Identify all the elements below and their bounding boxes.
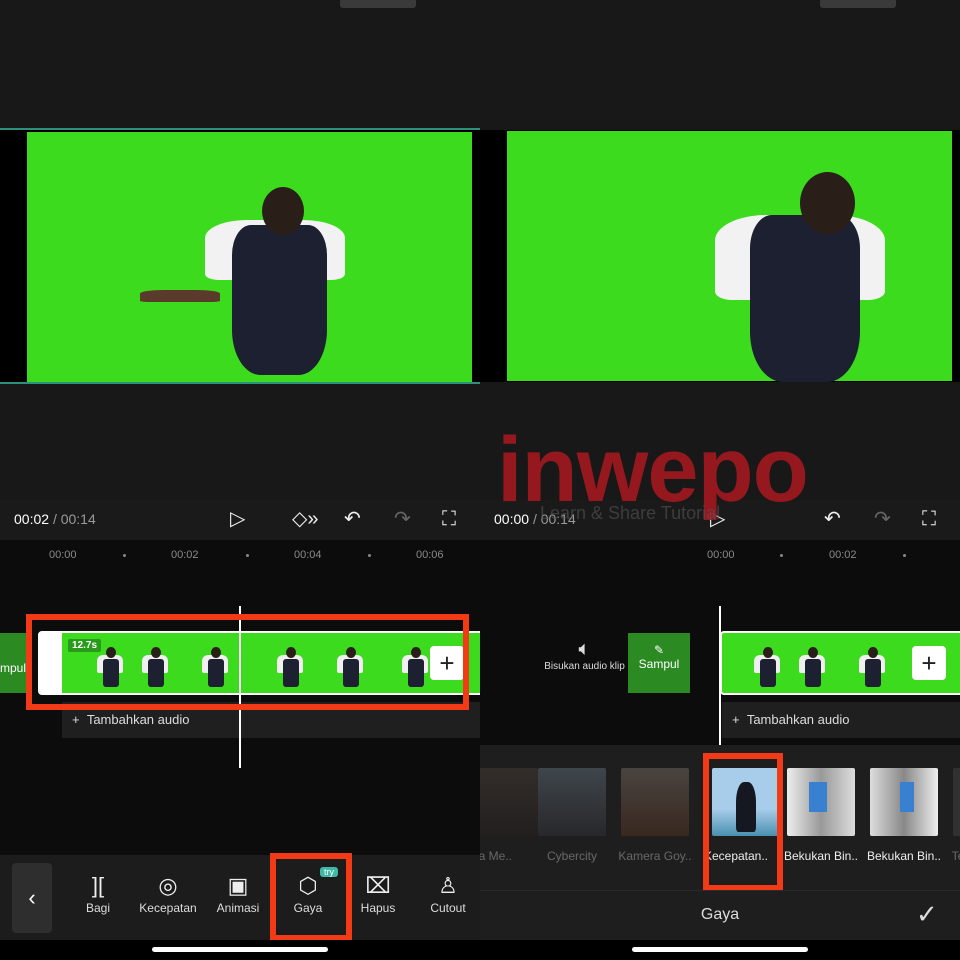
- video-clip[interactable]: +: [720, 631, 960, 695]
- home-indicator: [152, 947, 328, 952]
- video-subject: [140, 185, 360, 385]
- tool-label: Hapus: [360, 901, 396, 915]
- tool-animasi[interactable]: ▣ Animasi: [208, 873, 268, 915]
- fullscreen-icon[interactable]: ⛶: [442, 509, 456, 529]
- ruler-tick: 00:06: [416, 549, 444, 561]
- tool-bagi[interactable]: ][ Bagi: [68, 873, 128, 915]
- style-effects-list: era Me.. Cybercity Kamera Goy.. Kecepata…: [480, 745, 960, 891]
- export-button[interactable]: [820, 0, 896, 8]
- highlight-box: [26, 614, 469, 710]
- bottom-toolbar: ‹ ][Bagi ◎ Kecepatan ▣ Animasi ⬡ Gaya try ⌧…: [0, 853, 480, 941]
- tool-label: Animasi: [216, 901, 260, 915]
- undo-icon[interactable]: ↶: [344, 509, 361, 529]
- add-audio-button[interactable]: + Tambahkan audio: [722, 702, 960, 738]
- cover-button[interactable]: mpul: [0, 633, 26, 693]
- split-icon: ][: [91, 873, 105, 898]
- redo-icon[interactable]: ↷: [874, 509, 891, 529]
- cover-button[interactable]: ✎ Sampul: [628, 633, 690, 693]
- ruler-tick: 00:00: [49, 549, 77, 561]
- playhead[interactable]: [719, 606, 721, 746]
- video-preview[interactable]: [480, 130, 960, 382]
- tool-label: Cutout: [430, 901, 466, 915]
- keyframe-icon[interactable]: ◇»: [292, 509, 319, 529]
- delete-icon: ⌧: [365, 873, 391, 898]
- confirm-check-icon[interactable]: ✓: [916, 899, 938, 930]
- animation-icon: ▣: [227, 873, 249, 898]
- highlight-box: [270, 853, 352, 941]
- play-icon[interactable]: ▷: [230, 509, 245, 529]
- ruler-tick: 00:02: [171, 549, 199, 561]
- fullscreen-icon[interactable]: ⛶: [922, 509, 936, 529]
- video-subject: [705, 170, 935, 382]
- redo-icon[interactable]: ↷: [394, 509, 411, 529]
- editor-left: 00:02 / 00:14 ▷ ◇» ↶ ↷ ⛶ 00:00 00:02 00:…: [0, 0, 480, 960]
- speed-icon: ◎: [158, 873, 178, 898]
- cover-label: Sampul: [638, 657, 680, 671]
- mute-label: Bisukan audio klip: [544, 661, 625, 672]
- panel-title: Gaya: [700, 906, 740, 923]
- watermark-tagline: Learn & Share Tutorial: [540, 503, 721, 523]
- playback-controls: 00:02 / 00:14 ▷ ◇» ↶ ↷ ⛶: [0, 500, 480, 540]
- speaker-icon: 🔈︎: [578, 638, 591, 660]
- tool-label: Bagi: [85, 901, 111, 915]
- export-button[interactable]: [340, 0, 416, 8]
- ruler-tick: 00:04: [294, 549, 322, 561]
- tool-label: Kecepatan: [139, 901, 197, 915]
- video-preview[interactable]: [0, 128, 480, 384]
- add-audio-label: Tambahkan audio: [746, 712, 850, 727]
- total-time: / 00:14: [52, 511, 96, 527]
- highlight-box: [703, 753, 783, 891]
- tool-kecepatan[interactable]: ◎ Kecepatan: [138, 873, 198, 915]
- undo-icon[interactable]: ↶: [824, 509, 841, 529]
- style-panel-footer: Gaya ✓: [480, 890, 960, 940]
- edit-icon: ✎: [653, 643, 665, 657]
- current-time: 00:02: [14, 511, 50, 527]
- add-audio-label: Tambahkan audio: [86, 712, 190, 727]
- home-indicator: [632, 947, 808, 952]
- cutout-icon: ♙: [438, 873, 458, 898]
- tool-cutout[interactable]: ♙ Cutout: [418, 873, 478, 915]
- time-display: 00:02 / 00:14: [14, 511, 96, 527]
- ruler-tick: 00:02: [829, 549, 857, 561]
- tool-hapus[interactable]: ⌧ Hapus: [348, 873, 408, 915]
- add-clip-button[interactable]: +: [912, 646, 946, 680]
- timeline[interactable]: 00:00 00:02 00:04 00:06 mpul 12.7s + + T…: [0, 540, 480, 855]
- ruler-tick: 00:00: [707, 549, 735, 561]
- back-button[interactable]: ‹: [12, 863, 52, 933]
- mute-audio-button[interactable]: 🔈︎ Bisukan audio klip: [542, 638, 627, 672]
